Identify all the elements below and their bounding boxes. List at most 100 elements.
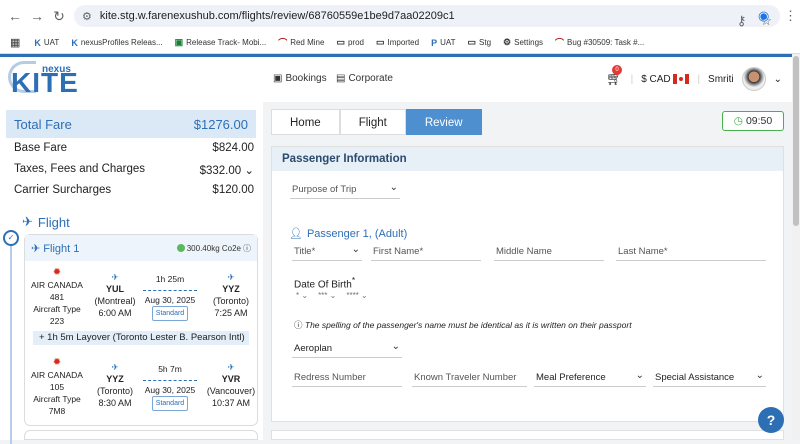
departure-airport: ✈ YUL (Montreal) 6:00 AM: [89, 271, 141, 319]
divider: |: [630, 73, 634, 85]
departure-airport: ✈ YYZ (Toronto) 8:30 AM: [89, 361, 141, 409]
chevron-down-icon[interactable]: ⌄: [244, 165, 254, 177]
loyalty-program-select[interactable]: Aeroplan: [292, 340, 402, 358]
layover-info: + 1h 5m Layover (Toronto Lester B. Pears…: [33, 331, 249, 345]
app-header: nexus KITE ▣ Bookings ▤ Corporate 🛒︎ 0 | $ …: [0, 54, 792, 102]
reload-icon[interactable]: ↻: [48, 8, 70, 25]
dob-year-select[interactable]: **** ⌄: [346, 291, 367, 300]
canada-flag-icon: [673, 73, 690, 84]
bookmark[interactable]: ⚙ Settings: [503, 37, 543, 48]
nav-corporate[interactable]: ▤ Corporate: [336, 73, 393, 84]
breadcrumb: Home Flight Review: [271, 109, 482, 135]
timeline: [10, 234, 12, 444]
breadcrumb-flight[interactable]: Flight: [339, 109, 406, 135]
folder-icon: ▭: [336, 37, 345, 47]
sheets-icon: ▣: [174, 37, 184, 47]
known-traveler-field[interactable]: Known Traveler Number: [412, 369, 527, 387]
flight-segment: ✹ AIR CANADA 105 Aircraft Type 7M8 ✈ YYZ…: [25, 357, 259, 417]
air-canada-logo-icon: ✹: [52, 267, 62, 278]
nav-bookings[interactable]: ▣ Bookings: [273, 73, 327, 84]
user-name[interactable]: Smriti: [708, 74, 734, 85]
passport-note: ⓘ The spelling of the passenger's name m…: [294, 320, 632, 330]
bookmark[interactable]: ⌒ Bug #30509: Task #...: [555, 36, 644, 49]
divider: |: [697, 73, 701, 85]
special-assistance-select[interactable]: Special Assistance: [653, 369, 766, 387]
bookmark[interactable]: ▣ Release Track- Mobi...: [175, 37, 267, 48]
arrival-plane-icon: ✈: [227, 362, 235, 372]
gear-icon: ⚙: [503, 37, 512, 47]
bookmark[interactable]: K UAT: [34, 38, 59, 48]
help-button[interactable]: ?: [758, 407, 784, 433]
address-bar[interactable]: ⚙ kite.stg.w.farenexushub.com/flights/re…: [74, 5, 780, 29]
fare-row-taxes[interactable]: Taxes, Fees and Charges $332.00 ⌄: [14, 163, 254, 177]
briefcase-icon: ▣: [273, 73, 283, 84]
page-scrollbar[interactable]: [792, 54, 800, 440]
k-icon: K: [34, 37, 41, 48]
info-icon: ⓘ: [294, 320, 303, 330]
bookmark-folder[interactable]: ▭ Stg: [468, 37, 492, 48]
user-icon: 👤︎: [289, 228, 303, 240]
first-name-field[interactable]: First Name*: [371, 243, 481, 261]
dob-month-select[interactable]: *** ⌄: [318, 291, 336, 300]
route-line: [139, 375, 201, 385]
url-text: kite.stg.w.farenexushub.com/flights/revi…: [99, 10, 455, 22]
next-section-card: [271, 430, 784, 440]
segment-middle: 1h 25m Aug 30, 2025 Standard: [139, 274, 201, 321]
flight-card-title: Flight 1: [43, 242, 80, 255]
cabin-badge: Standard: [151, 306, 189, 321]
departure-plane-icon: ✈: [111, 272, 119, 282]
folder-icon: ▭: [375, 37, 385, 47]
key-icon[interactable]: ⚷: [737, 13, 747, 29]
segment-middle: 5h 7m Aug 30, 2025 Standard: [139, 364, 201, 411]
departure-plane-icon: ✈: [111, 362, 119, 372]
breadcrumb-review[interactable]: Review: [405, 109, 482, 135]
bookmarks-bar: ▦ K UAT KnexusProfiles Releas... ▣ Release…: [0, 32, 800, 54]
breadcrumb-home[interactable]: Home: [271, 109, 340, 135]
bookmark[interactable]: KnexusProfiles Releas...: [71, 38, 162, 48]
bookmark[interactable]: ⌒ Red Mine: [278, 36, 324, 49]
arrival-airport: ✈ YYZ (Toronto) 7:25 AM: [205, 271, 257, 319]
redmine-icon: ⌒: [555, 38, 565, 48]
flight-card: ✈ Flight 1 300.40kg Co2e ⓘ ✹ AIR CANADA 4…: [24, 234, 258, 426]
currency-selector[interactable]: $ CAD: [641, 73, 690, 85]
timer-icon: ◷: [733, 115, 743, 127]
logo-text: KITE: [11, 67, 79, 98]
purpose-of-trip-select[interactable]: Purpose of Trip: [290, 181, 400, 199]
arrival-plane-icon: ✈: [227, 272, 235, 282]
redress-number-field[interactable]: Redress Number: [292, 369, 402, 387]
site-info-icon[interactable]: ⚙: [82, 10, 92, 23]
redmine-icon: ⌒: [278, 38, 288, 48]
bookmark-folder[interactable]: ▭ Imported: [376, 37, 419, 48]
forward-icon[interactable]: →: [26, 8, 48, 24]
profile-icon[interactable]: ◉: [758, 8, 769, 24]
avatar[interactable]: [741, 67, 766, 91]
id-card-icon: ▤: [336, 73, 346, 84]
main-content: Home Flight Review ◷ 09:50 Passenger Info…: [263, 102, 792, 440]
k-icon: K: [71, 37, 78, 48]
dob-day-select[interactable]: * ⌄: [296, 291, 308, 300]
middle-name-field[interactable]: Middle Name: [494, 243, 604, 261]
cart-button[interactable]: 🛒︎ 0: [606, 65, 623, 87]
total-fare-value: $1276.00: [193, 116, 248, 132]
check-icon: ✓: [3, 230, 19, 246]
title-select[interactable]: Title*: [292, 243, 362, 261]
bookmark-folder[interactable]: ▭ prod: [336, 37, 364, 48]
air-canada-logo-icon: ✹: [52, 357, 62, 368]
bookmark[interactable]: P UAT: [431, 38, 455, 48]
fare-row: Base Fare $824.00: [14, 142, 254, 154]
passenger-title: 👤︎ Passenger 1, (Adult): [289, 227, 408, 241]
apps-icon[interactable]: ▦: [10, 36, 20, 49]
scrollbar-thumb[interactable]: [793, 56, 799, 226]
fare-summary-panel: Total Fare $1276.00 Base Fare $824.00 Tax…: [0, 102, 263, 444]
back-icon[interactable]: ←: [4, 8, 26, 24]
last-name-field[interactable]: Last Name*: [616, 243, 766, 261]
menu-icon[interactable]: ⋮: [784, 8, 797, 24]
flight-segment: ✹ AIR CANADA 481 Aircraft Type 223 ✈ YUL…: [25, 265, 259, 327]
airline-info: ✹ AIR CANADA 481 Aircraft Type 223: [27, 267, 87, 327]
flight-card-header: ✈ Flight 1 300.40kg Co2e ⓘ: [25, 235, 257, 261]
kite-logo[interactable]: nexus KITE: [8, 61, 78, 101]
session-timer: ◷ 09:50: [722, 111, 784, 131]
chevron-down-icon[interactable]: ⌄: [774, 74, 782, 85]
info-icon[interactable]: ⓘ: [243, 243, 251, 254]
meal-preference-select[interactable]: Meal Preference: [534, 369, 646, 387]
